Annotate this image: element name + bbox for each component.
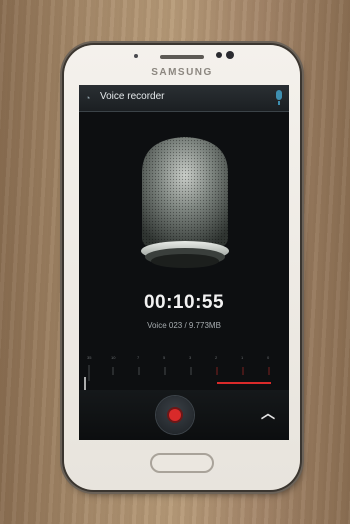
light-sensor <box>216 52 222 58</box>
front-camera <box>226 51 234 59</box>
brand-logo: SAMSUNG <box>151 67 213 78</box>
app-icon: ◔ <box>85 93 91 103</box>
control-bar: ︿ <box>79 390 289 440</box>
file-info: Voice 023 / 9.773MB <box>147 321 221 330</box>
record-button[interactable] <box>156 396 194 434</box>
level-meter: 35 10 7 5 3 2 1 0 <box>79 355 289 395</box>
app-title: Voice recorder <box>100 91 165 102</box>
elapsed-time: 00:10:55 <box>143 292 225 313</box>
earpiece-speaker <box>160 55 204 59</box>
phone-screen: ◔ Voice recorder 00:10:55 Voice 023 / 9.… <box>79 85 289 440</box>
microphone-icon <box>276 90 282 105</box>
app-titlebar: ◔ Voice recorder <box>79 85 289 112</box>
record-icon <box>169 409 181 421</box>
chevron-up-icon[interactable]: ︿ <box>261 406 275 420</box>
microphone-graphic <box>141 137 229 268</box>
phone-body: SAMSUNG ◔ Voice recorder 00:10:55 Voice … <box>64 45 300 490</box>
meter-scale: + <box>84 365 271 395</box>
home-button[interactable] <box>150 453 214 473</box>
proximity-sensor <box>134 54 138 58</box>
